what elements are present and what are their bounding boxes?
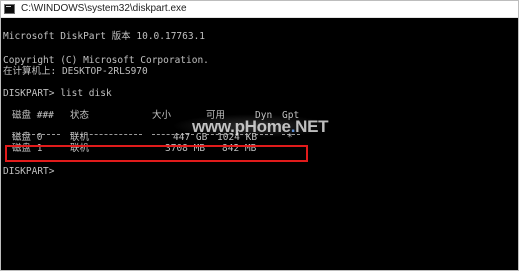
header-status: 状态 [70, 110, 90, 121]
window-title: C:\WINDOWS\system32\diskpart.exe [21, 3, 187, 14]
header-disk: 磁盘 ### [12, 110, 54, 121]
header-size: 大小 [152, 110, 172, 121]
console-window-icon [4, 4, 15, 14]
diskpart-console-window: C:\WINDOWS\system32\diskpart.exe Microso… [0, 0, 519, 271]
copyright-line: Copyright (C) Microsoft Corporation. [3, 55, 209, 66]
title-bar[interactable]: C:\WINDOWS\system32\diskpart.exe [1, 1, 518, 18]
version-line: Microsoft DiskPart 版本 10.0.17763.1 [3, 31, 206, 42]
row-status: 联机 [70, 132, 90, 143]
watermark-logo: www.pHome.NET [192, 117, 329, 136]
list-disk-command: DISKPART> list disk [3, 88, 112, 99]
computer-line: 在计算机上: DESKTOP-2RLS970 [3, 66, 148, 77]
console-output[interactable]: Microsoft DiskPart 版本 10.0.17763.1 Copyr… [2, 18, 518, 270]
row-disk: 磁盘 0 [12, 132, 43, 143]
disk-1-highlight-box [5, 145, 308, 162]
diskpart-prompt: DISKPART> [3, 166, 55, 177]
